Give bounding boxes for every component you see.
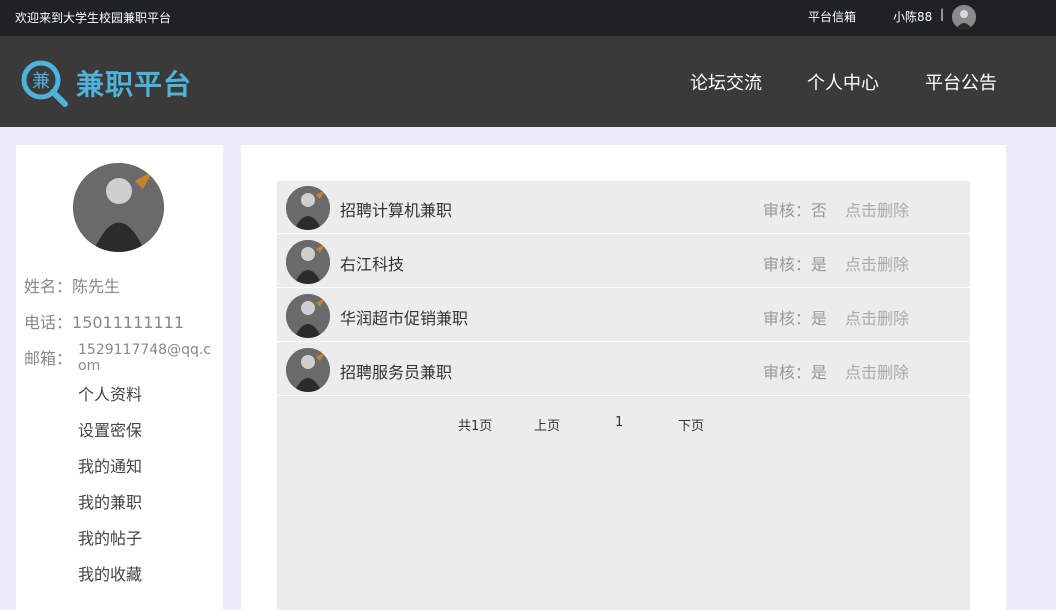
list-item: 华润超市促销兼职 审核：是 点击删除 <box>277 289 970 342</box>
job-avatar <box>286 240 330 284</box>
logo-char: 兼 <box>32 71 50 92</box>
page-total: 共1页 <box>458 419 493 434</box>
job-list: 招聘计算机兼职 审核：否 点击删除 右江科技 审核：是 点击删除 华润超市促销兼… <box>277 181 970 610</box>
audit-status: 审核：否 <box>763 201 828 220</box>
nav-forum[interactable]: 论坛交流 <box>690 69 762 95</box>
email-label: 邮箱： <box>24 349 73 368</box>
logo-text: 兼职平台 <box>76 68 193 101</box>
delete-link[interactable]: 点击删除 <box>845 251 909 275</box>
phone-value: 15011111111 <box>72 313 184 332</box>
phone-row: 电话：15011111111 <box>24 309 184 333</box>
list-item: 招聘计算机兼职 审核：否 点击删除 <box>277 181 970 234</box>
email-value: 1529117748@qq.com <box>78 342 211 374</box>
prev-page-link[interactable]: 上页 <box>534 415 560 434</box>
delete-link[interactable]: 点击删除 <box>845 359 909 383</box>
menu-favorites[interactable]: 我的收藏 <box>78 561 142 585</box>
job-title[interactable]: 华润超市促销兼职 <box>340 305 468 329</box>
name-label: 姓名： <box>24 277 73 296</box>
site-header: 兼 兼职平台 论坛交流 个人中心 平台公告 <box>0 36 1056 127</box>
profile-sidebar: 姓名：陈先生 电话：15011111111 邮箱： 1529117748@qq.… <box>16 145 223 610</box>
job-title[interactable]: 招聘计算机兼职 <box>340 197 452 221</box>
audit-status: 审核：是 <box>763 255 828 274</box>
job-title[interactable]: 右江科技 <box>340 251 404 275</box>
name-row: 姓名：陈先生 <box>24 273 120 297</box>
audit-status: 审核：是 <box>763 363 828 382</box>
list-item: 右江科技 审核：是 点击删除 <box>277 235 970 288</box>
phone-label: 电话： <box>24 313 73 332</box>
top-bar: 欢迎来到大学生校园兼职平台 平台信箱 小陈88 | <box>0 0 1056 36</box>
job-avatar <box>286 294 330 338</box>
magnifier-logo-icon: 兼 <box>20 59 68 107</box>
next-page-link[interactable]: 下页 <box>678 415 704 434</box>
profile-avatar <box>73 163 164 252</box>
delete-link[interactable]: 点击删除 <box>845 197 909 221</box>
welcome-text: 欢迎来到大学生校园兼职平台 <box>15 11 172 25</box>
list-item: 招聘服务员兼职 审核：是 点击删除 <box>277 343 970 396</box>
mailbox-link[interactable]: 平台信箱 <box>808 8 856 25</box>
user-avatar-icon[interactable] <box>952 5 976 29</box>
audit-status: 审核：是 <box>763 309 828 328</box>
nav-personal-center[interactable]: 个人中心 <box>807 69 879 95</box>
main-panel: 招聘计算机兼职 审核：否 点击删除 右江科技 审核：是 点击删除 华润超市促销兼… <box>241 145 1006 610</box>
menu-my-posts[interactable]: 我的帖子 <box>78 525 142 549</box>
page-number-link[interactable]: 1 <box>615 415 623 430</box>
site-logo[interactable]: 兼 兼职平台 <box>20 59 193 107</box>
nav-announcements[interactable]: 平台公告 <box>925 69 997 95</box>
menu-notifications[interactable]: 我的通知 <box>78 453 142 477</box>
delete-link[interactable]: 点击删除 <box>845 305 909 329</box>
name-value: 陈先生 <box>72 277 121 296</box>
job-avatar <box>286 348 330 392</box>
username-link[interactable]: 小陈88 <box>893 8 932 25</box>
job-title[interactable]: 招聘服务员兼职 <box>340 359 452 383</box>
menu-security-question[interactable]: 设置密保 <box>78 417 142 441</box>
menu-my-jobs[interactable]: 我的兼职 <box>78 489 142 513</box>
job-avatar <box>286 186 330 230</box>
menu-profile[interactable]: 个人资料 <box>78 381 142 405</box>
separator: | <box>940 7 945 21</box>
